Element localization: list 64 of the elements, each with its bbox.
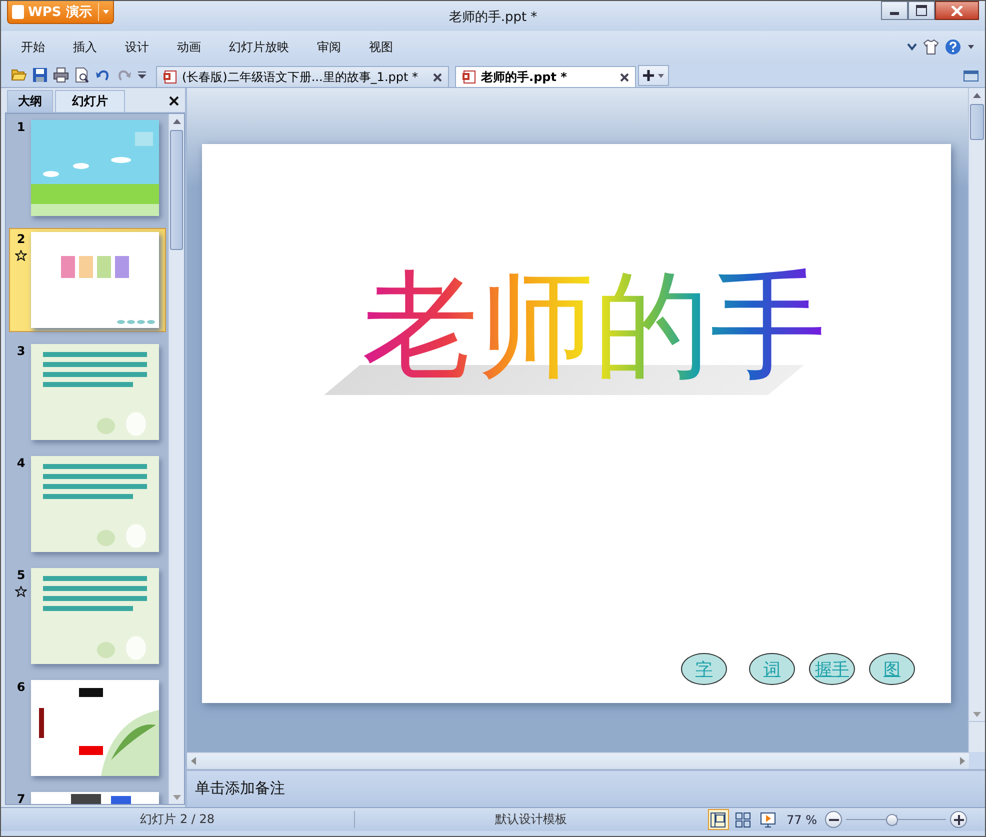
slide-number: 4 — [16, 456, 26, 470]
close-icon[interactable] — [433, 72, 442, 82]
menu-item[interactable]: 视图 — [361, 38, 413, 56]
menu-item[interactable]: 插入 — [65, 38, 117, 56]
close-icon — [951, 6, 963, 16]
slideshow-icon — [760, 812, 776, 828]
caret-icon — [102, 10, 109, 14]
printer-icon[interactable] — [53, 67, 69, 83]
slide-thumbnail[interactable]: 2 — [9, 228, 166, 332]
slide-thumbnail[interactable]: 3 — [9, 340, 166, 444]
menu-item[interactable]: 幻灯片放映 — [221, 38, 309, 56]
slide-number: 2 — [16, 232, 26, 246]
scrollbar[interactable] — [187, 752, 969, 769]
help-icon[interactable] — [945, 39, 961, 55]
shirt-icon[interactable] — [923, 39, 939, 55]
plus-icon — [642, 70, 654, 81]
menu-item[interactable]: 开始 — [13, 38, 65, 56]
caret-icon[interactable] — [967, 44, 975, 50]
slide-thumbnail[interactable]: 4 — [9, 452, 166, 556]
slide-thumbnail[interactable]: 5 — [9, 564, 166, 668]
menu-item[interactable]: 设计 — [117, 38, 169, 56]
maximize-button[interactable] — [908, 1, 935, 20]
slide-number: 6 — [16, 680, 26, 694]
new-tab-button[interactable] — [638, 65, 669, 86]
close-icon[interactable] — [169, 96, 179, 106]
minus-icon — [828, 818, 838, 820]
zoom-in-button[interactable] — [950, 811, 967, 828]
document-tab[interactable]: 老师的手.ppt * — [455, 66, 636, 87]
panel-tab[interactable]: 大纲 — [7, 90, 53, 112]
save-icon[interactable] — [32, 67, 48, 83]
close-icon[interactable] — [620, 72, 629, 82]
plus-icon — [954, 814, 964, 824]
presentation-file-icon — [163, 70, 177, 84]
slide-counter: 幻灯片 2 / 28 — [1, 811, 355, 828]
presentation-file-icon — [462, 70, 476, 84]
print-preview-icon[interactable] — [74, 67, 90, 83]
caret-icon[interactable] — [907, 43, 917, 51]
zoom-out-button[interactable] — [825, 811, 842, 828]
slide-thumbnail[interactable]: 6 — [9, 676, 166, 780]
slide-thumbnail[interactable]: 7 — [9, 788, 166, 804]
minimize-button[interactable] — [881, 1, 908, 20]
logo-icon — [12, 5, 24, 19]
slide-number: 7 — [16, 792, 26, 804]
grid-view-icon — [735, 812, 751, 828]
slide-number: 5 — [16, 568, 26, 582]
close-button[interactable] — [935, 1, 979, 20]
normal-view-icon — [710, 812, 726, 828]
document-tab[interactable]: (长春版)二年级语文下册...里的故事_1.ppt * — [156, 66, 450, 87]
menu-item[interactable]: 审阅 — [309, 38, 361, 56]
zoom-level: 77 % — [786, 812, 817, 826]
scrollbar[interactable] — [968, 88, 985, 752]
slide-thumbnail[interactable]: 1 — [9, 116, 166, 220]
caret-icon — [658, 74, 664, 78]
window-title: 老师的手.ppt * — [448, 9, 538, 26]
template-name: 默认设计模板 — [494, 811, 568, 828]
menu-item[interactable]: 动画 — [169, 38, 221, 56]
view-button[interactable] — [708, 809, 728, 830]
slide-number: 3 — [16, 344, 26, 358]
notes-field[interactable]: 单击添加备注 — [187, 769, 985, 807]
scrollbar[interactable] — [168, 114, 184, 804]
panel-tab[interactable]: 幻灯片 — [55, 90, 125, 112]
slide-number: 1 — [16, 120, 26, 134]
folder-icon[interactable] — [11, 67, 27, 83]
window-layout-icon[interactable] — [963, 69, 979, 83]
